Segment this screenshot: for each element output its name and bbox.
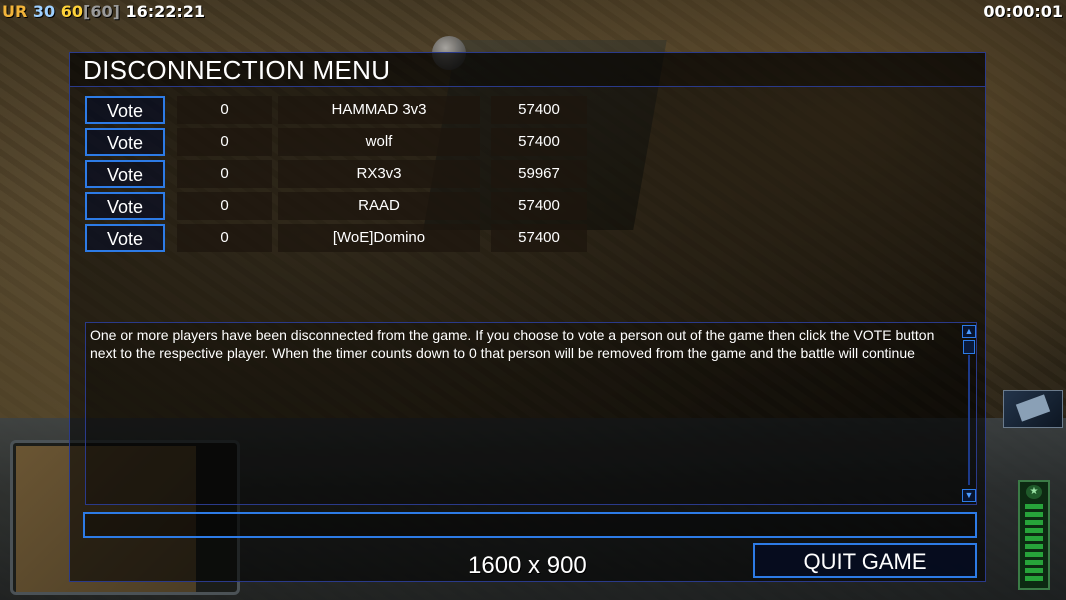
player-name: RX3v3 [278,160,480,188]
power-bars [1025,504,1043,584]
player-name: RAAD [278,192,480,220]
satellite-unit-icon[interactable] [1003,390,1063,428]
resolution-overlay: 1600 x 900 [468,552,587,579]
fps-cap: [60] [83,2,120,21]
chat-input[interactable] [83,512,977,538]
message-scrollbar[interactable]: ▲ ▼ [962,325,976,502]
player-timer: 57400 [491,128,587,156]
player-timer: 59967 [491,160,587,188]
star-icon: ★ [1026,485,1042,499]
disconnect-message: One or more players have been disconnect… [90,327,935,361]
dialog-title: DISCONNECTION MENU [83,55,391,85]
fps-readout: UR 30 60[60] 16:22:21 [2,2,205,22]
player-name: wolf [278,128,480,156]
disconnection-dialog: DISCONNECTION MENU Vote 0 HAMMAD 3v3 574… [69,52,986,582]
vote-count: 0 [177,160,272,188]
scroll-track [968,355,970,485]
ur-label: UR [2,2,28,21]
vote-count: 0 [177,128,272,156]
vote-count: 0 [177,224,272,252]
fps-current: 30 [32,2,56,21]
vote-button[interactable]: Vote [85,96,165,124]
vote-count: 0 [177,192,272,220]
player-timer: 57400 [491,192,587,220]
message-box: One or more players have been disconnect… [85,322,977,505]
clock: 16:22:21 [125,2,206,21]
player-name: [WoE]Domino [278,224,480,252]
player-name: HAMMAD 3v3 [278,96,480,124]
fps-target: 60 [60,2,83,21]
dialog-header: DISCONNECTION MENU [70,53,985,87]
vote-button[interactable]: Vote [85,192,165,220]
scroll-thumb[interactable] [963,340,975,354]
power-meter: ★ [1018,480,1050,590]
vote-count: 0 [177,96,272,124]
player-timer: 57400 [491,96,587,124]
game-timer: 00:00:01 [983,2,1063,21]
triangle-down-icon[interactable]: ▼ [962,489,976,502]
vote-button[interactable]: Vote [85,128,165,156]
vote-button[interactable]: Vote [85,160,165,188]
player-timer: 57400 [491,224,587,252]
quit-game-button[interactable]: QUIT GAME [753,543,977,578]
vote-button[interactable]: Vote [85,224,165,252]
triangle-up-icon[interactable]: ▲ [962,325,976,338]
